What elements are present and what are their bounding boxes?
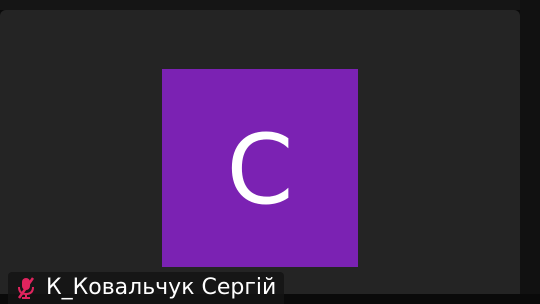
avatar: C — [162, 69, 358, 267]
microphone-muted-icon — [17, 277, 35, 299]
participant-name-bar: К_Ковальчук Сергій — [8, 272, 285, 304]
participant-name: К_Ковальчук Сергій — [46, 275, 277, 300]
participant-video-tile[interactable]: C К_Ковальчук Сергій — [0, 10, 520, 304]
right-edge-strip — [520, 0, 540, 294]
avatar-initial: C — [226, 114, 294, 226]
top-strip — [0, 0, 540, 10]
